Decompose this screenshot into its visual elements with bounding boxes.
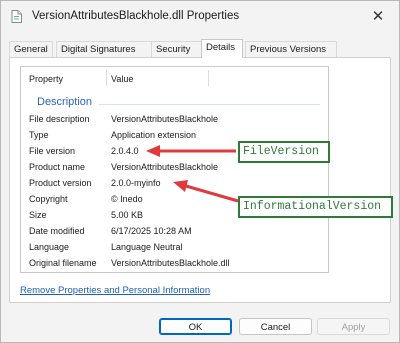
callout-file-version: FileVersion [238,141,330,163]
title-bar[interactable]: VersionAttributesBlackhole.dll Propertie… [1,1,399,33]
row-file-description-label[interactable]: File description [29,114,90,124]
column-header-value[interactable]: Value [111,74,133,84]
row-product-name-value[interactable]: VersionAttributesBlackhole [111,162,218,172]
row-type-value[interactable]: Application extension [111,130,196,140]
section-description: Description [37,96,93,108]
column-divider[interactable] [208,70,209,86]
column-divider[interactable] [106,70,107,86]
window-title: VersionAttributesBlackhole.dll Propertie… [32,10,240,22]
ok-button[interactable]: OK [159,318,232,335]
row-copyright-value[interactable]: © Inedo [111,194,143,204]
row-size-value[interactable]: 5.00 KB [111,210,143,220]
row-type-label[interactable]: Type [29,130,49,140]
tab-details[interactable]: Details [201,39,243,58]
remove-properties-link[interactable]: Remove Properties and Personal Informati… [20,285,210,296]
tab-security[interactable]: Security [151,41,202,57]
close-button[interactable]: ✕ [367,7,389,27]
row-size-label[interactable]: Size [29,210,47,220]
row-file-description-value[interactable]: VersionAttributesBlackhole [111,114,218,124]
row-date-modified-value[interactable]: 6/17/2025 10:28 AM [111,226,192,236]
row-product-version-label[interactable]: Product version [29,178,92,188]
cancel-button[interactable]: Cancel [239,318,312,335]
row-file-version-value[interactable]: 2.0.4.0 [111,146,139,156]
row-original-filename-value[interactable]: VersionAttributesBlackhole.dll [111,258,230,268]
tab-general[interactable]: General [9,41,53,57]
close-icon: ✕ [371,8,385,25]
column-header-property[interactable]: Property [29,74,63,84]
callout-informational-version: InformationalVersion [238,196,393,218]
section-divider [99,104,320,105]
row-product-version-value[interactable]: 2.0.0-myinfo [111,178,161,188]
row-language-value[interactable]: Language Neutral [111,242,183,252]
row-language-label[interactable]: Language [29,242,69,252]
row-copyright-label[interactable]: Copyright [29,194,68,204]
row-file-version-label[interactable]: File version [29,146,75,156]
tab-previous-versions[interactable]: Previous Versions [245,41,337,57]
tab-digital-signatures[interactable]: Digital Signatures [56,41,152,57]
row-original-filename-label[interactable]: Original filename [29,258,97,268]
file-icon [11,10,22,23]
row-date-modified-label[interactable]: Date modified [29,226,85,236]
apply-button[interactable]: Apply [317,318,390,335]
row-product-name-label[interactable]: Product name [29,162,85,172]
tab-strip: General Digital Signatures Security Deta… [9,39,391,58]
